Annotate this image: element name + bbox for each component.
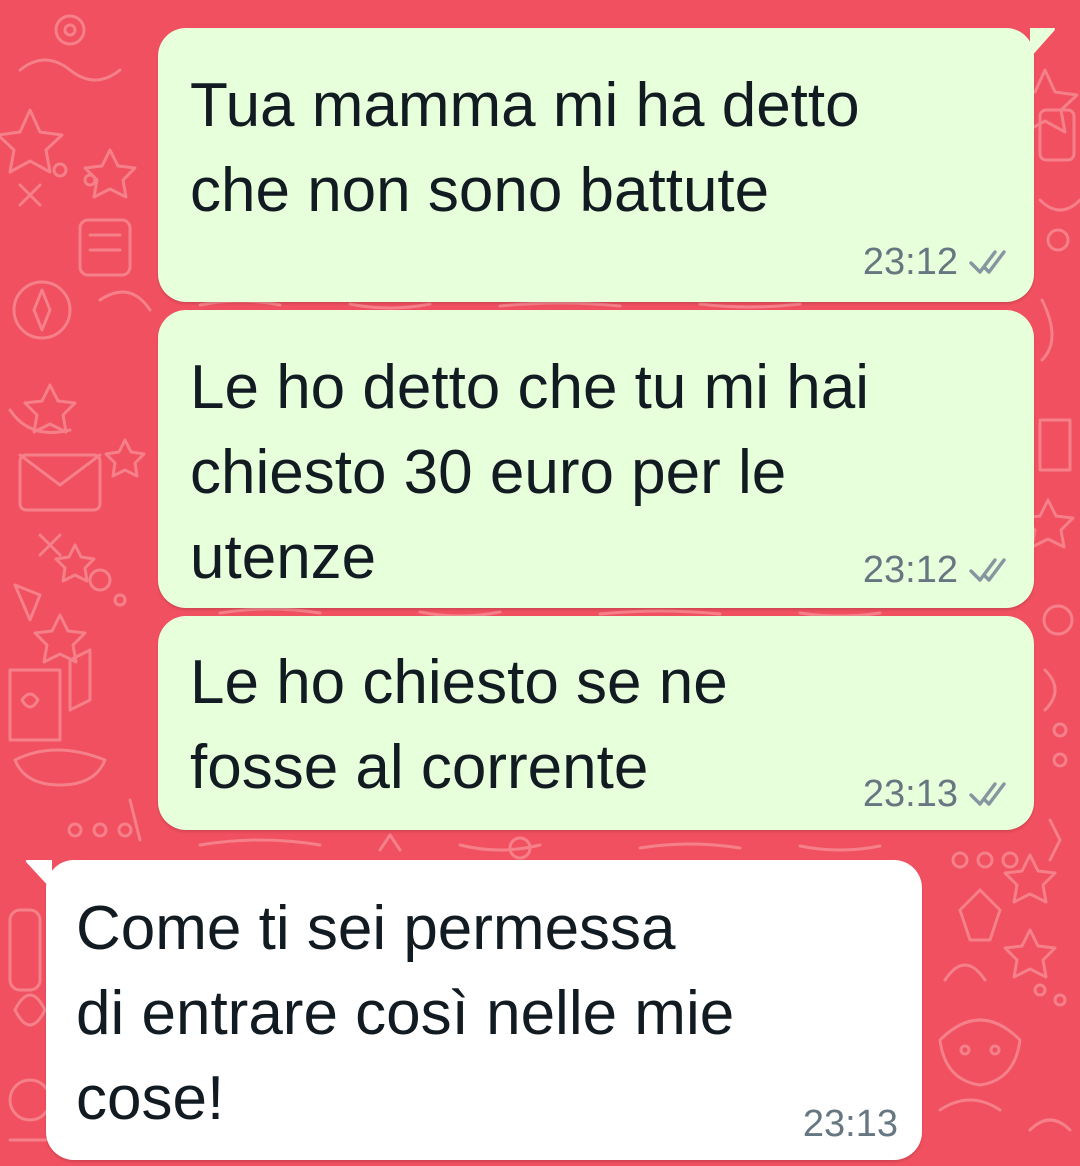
double-check-icon <box>969 250 1006 274</box>
bubble-tail <box>1030 28 1055 58</box>
outgoing-message-1[interactable]: Tua mamma mi ha detto che non sono battu… <box>158 28 1034 302</box>
message-meta: 23:12 <box>863 240 1012 284</box>
message-meta: 23:13 <box>803 1102 898 1146</box>
message-text: Tua mamma mi ha detto che non sono battu… <box>190 71 860 225</box>
message-time: 23:12 <box>862 549 958 591</box>
message-text: Le ho chiesto se ne fosse al corrente <box>190 648 728 802</box>
message-time: 23:13 <box>862 773 958 815</box>
bubble-tail <box>25 860 52 890</box>
message-meta: 23:13 <box>863 772 1012 816</box>
outgoing-message-2[interactable]: Le ho detto che tu mi hai chiesto 30 eur… <box>158 310 1034 608</box>
message-text: Le ho detto che tu mi hai chiesto 30 eur… <box>190 353 870 592</box>
message-text: Come ti sei permessa di entrare così nel… <box>76 894 735 1133</box>
message-time: 23:12 <box>862 241 958 283</box>
incoming-message-1[interactable]: Come ti sei permessa di entrare così nel… <box>46 860 922 1160</box>
message-meta: 23:12 <box>863 548 1012 592</box>
double-check-icon <box>969 782 1006 806</box>
double-check-icon <box>969 558 1006 582</box>
message-time: 23:13 <box>802 1103 898 1145</box>
outgoing-message-3[interactable]: Le ho chiesto se ne fosse al corrente 23… <box>158 616 1034 830</box>
